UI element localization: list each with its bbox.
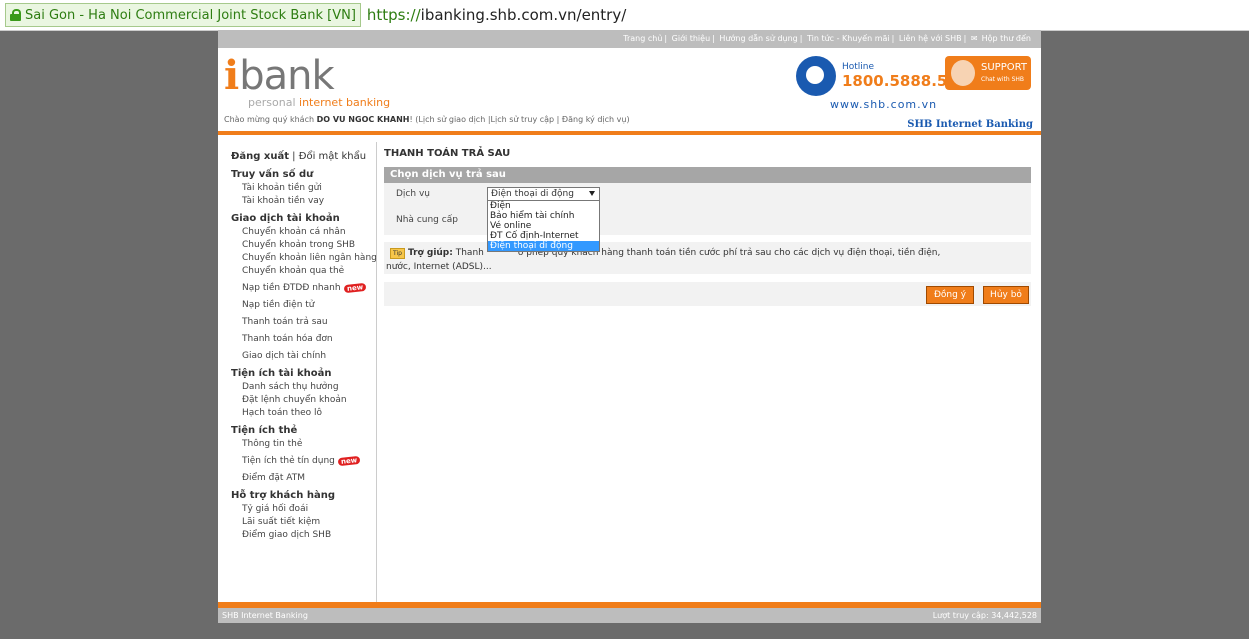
logo-tagline: personal internet banking	[248, 96, 391, 109]
service-option-selected[interactable]: Điện thoại di động	[488, 241, 599, 251]
brand-label: SHB Internet Banking	[907, 119, 1033, 130]
logout-link[interactable]: Đăng xuất	[231, 151, 289, 162]
group-customer-support: Hỗ trợ khách hàng	[231, 490, 335, 501]
service-option[interactable]: Bảo hiểm tài chính	[488, 211, 599, 221]
welcome-links[interactable]: ! (Lịch sử giao dịch |Lịch sử truy cập |…	[410, 115, 630, 124]
sidebar-item[interactable]: Nạp tiền điện tử	[242, 300, 376, 310]
lock-icon	[10, 9, 21, 21]
group-account-utilities: Tiện ích tài khoản	[231, 368, 332, 379]
nav-home[interactable]: Trang chủ	[623, 34, 662, 43]
nav-guide[interactable]: Hướng dẫn sử dụng	[719, 34, 797, 43]
sidebar-item[interactable]: Danh sách thụ hưởng	[242, 382, 376, 392]
cancel-button[interactable]: Hủy bỏ	[983, 286, 1029, 304]
group-transactions: Giao dịch tài khoản	[231, 213, 340, 224]
welcome-line: Chào mừng quý khách DO VU NGOC KHANH! (L…	[224, 115, 630, 124]
action-bar: Đồng ý Hủy bỏ	[384, 282, 1031, 306]
page-title: THANH TOÁN TRẢ SAU	[384, 148, 511, 159]
mail-icon: ✉	[970, 34, 978, 43]
auth-links: Đăng xuất | Đổi mật khẩu	[231, 151, 367, 162]
service-option[interactable]: Điện	[488, 201, 599, 211]
service-option[interactable]: ĐT Cố định-Internet	[488, 231, 599, 241]
service-dropdown[interactable]: Điện Bảo hiểm tài chính Vé online ĐT Cố …	[487, 200, 600, 252]
sidebar-item[interactable]: Đặt lệnh chuyển khoản	[242, 395, 376, 405]
sidebar-item[interactable]: Chuyển khoản liên ngân hàng	[242, 253, 377, 263]
provider-label: Nhà cung cấp	[396, 215, 458, 225]
sidebar-item[interactable]: Tiện ích thẻ tín dụng new	[242, 455, 376, 467]
sidebar-item[interactable]: Điểm đặt ATM	[242, 473, 376, 483]
new-badge: new	[337, 455, 361, 467]
help-box: Tip Trợ giúp: Thanh o phép quý khách hàng …	[384, 242, 1031, 274]
security-indicator[interactable]: Sai Gon - Ha Noi Commercial Joint Stock …	[5, 3, 361, 27]
dropdown-arrow-icon	[589, 191, 595, 196]
sidebar-item[interactable]: Điểm giao dịch SHB	[242, 530, 376, 540]
section-header: Chọn dịch vụ trả sau	[384, 167, 1031, 183]
support-chat-button[interactable]: SUPPORT Chat with SHB	[945, 56, 1031, 90]
sidebar-item[interactable]: Giao dịch tài chính	[242, 351, 376, 361]
url-field[interactable]: https://ibanking.shb.com.vn/entry/	[367, 6, 626, 24]
browser-address-bar[interactable]: Sai Gon - Ha Noi Commercial Joint Stock …	[0, 0, 1249, 31]
sidebar-item[interactable]: Lãi suất tiết kiệm	[242, 517, 376, 527]
hotline-number: 1800.5888.56	[842, 72, 958, 90]
phone-icon	[796, 56, 836, 96]
sidebar-item[interactable]: Chuyển khoản cá nhân	[242, 227, 376, 237]
service-label: Dịch vụ	[396, 189, 430, 199]
top-nav: Trang chủ | Giới thiệu | Hướng dẫn sử dụng…	[218, 30, 1041, 48]
sidebar-item[interactable]: Chuyển khoản qua thẻ	[242, 266, 376, 276]
service-form: Dịch vụ Điện thoại di động Điện Bảo hiểm…	[384, 183, 1031, 252]
sidebar-item[interactable]: Thanh toán hóa đơn	[242, 334, 376, 344]
website-text: www.shb.com.vn	[830, 98, 938, 111]
sidebar-item[interactable]: Thanh toán trả sau	[242, 317, 376, 327]
nav-about[interactable]: Giới thiệu	[672, 34, 711, 43]
ibank-logo[interactable]: ibank personal internet banking	[224, 52, 390, 109]
header-divider	[218, 131, 1041, 135]
change-password-link[interactable]: Đổi mật khẩu	[299, 151, 366, 162]
header: ibank personal internet banking Hotline …	[218, 48, 1041, 118]
sidebar-item[interactable]: Tài khoản tiền vay	[242, 196, 376, 206]
footer: SHB Internet Banking Lượt truy cập: 34,4…	[218, 608, 1041, 623]
sidebar-item[interactable]: Tài khoản tiền gửi	[242, 183, 376, 193]
sidebar-item[interactable]: Chuyển khoản trong SHB	[242, 240, 376, 250]
tip-icon: Tip	[390, 248, 405, 259]
sidebar: Đăng xuất | Đổi mật khẩu Truy vấn số dư …	[218, 142, 377, 602]
visit-counter: Lượt truy cập: 34,442,528	[932, 611, 1037, 620]
new-badge: new	[343, 282, 367, 294]
service-select[interactable]: Điện thoại di động	[487, 187, 600, 201]
footer-brand: SHB Internet Banking	[222, 611, 308, 620]
nav-inbox[interactable]: Hộp thư đến	[982, 34, 1031, 43]
sidebar-item[interactable]: Nạp tiền ĐTDĐ nhanh new	[242, 282, 376, 294]
main-content: THANH TOÁN TRẢ SAU Chọn dịch vụ trả sau …	[384, 142, 1031, 306]
group-card-utilities: Tiện ích thẻ	[231, 425, 298, 436]
user-name: DO VU NGOC KHANH	[316, 115, 410, 124]
support-agent-icon	[951, 60, 975, 86]
nav-news[interactable]: Tin tức - Khuyến mãi	[807, 34, 890, 43]
cert-owner: Sai Gon - Ha Noi Commercial Joint Stock …	[25, 7, 356, 23]
nav-contact[interactable]: Liên hệ với SHB	[899, 34, 962, 43]
sidebar-item[interactable]: Thông tin thẻ	[242, 439, 376, 449]
group-balance: Truy vấn số dư	[231, 169, 314, 180]
ok-button[interactable]: Đồng ý	[926, 286, 974, 304]
service-option[interactable]: Vé online	[488, 221, 599, 231]
bank-page: Trang chủ | Giới thiệu | Hướng dẫn sử dụng…	[218, 30, 1041, 623]
sidebar-item[interactable]: Tỷ giá hối đoái	[242, 504, 376, 514]
sidebar-item[interactable]: Hạch toán theo lô	[242, 408, 376, 418]
